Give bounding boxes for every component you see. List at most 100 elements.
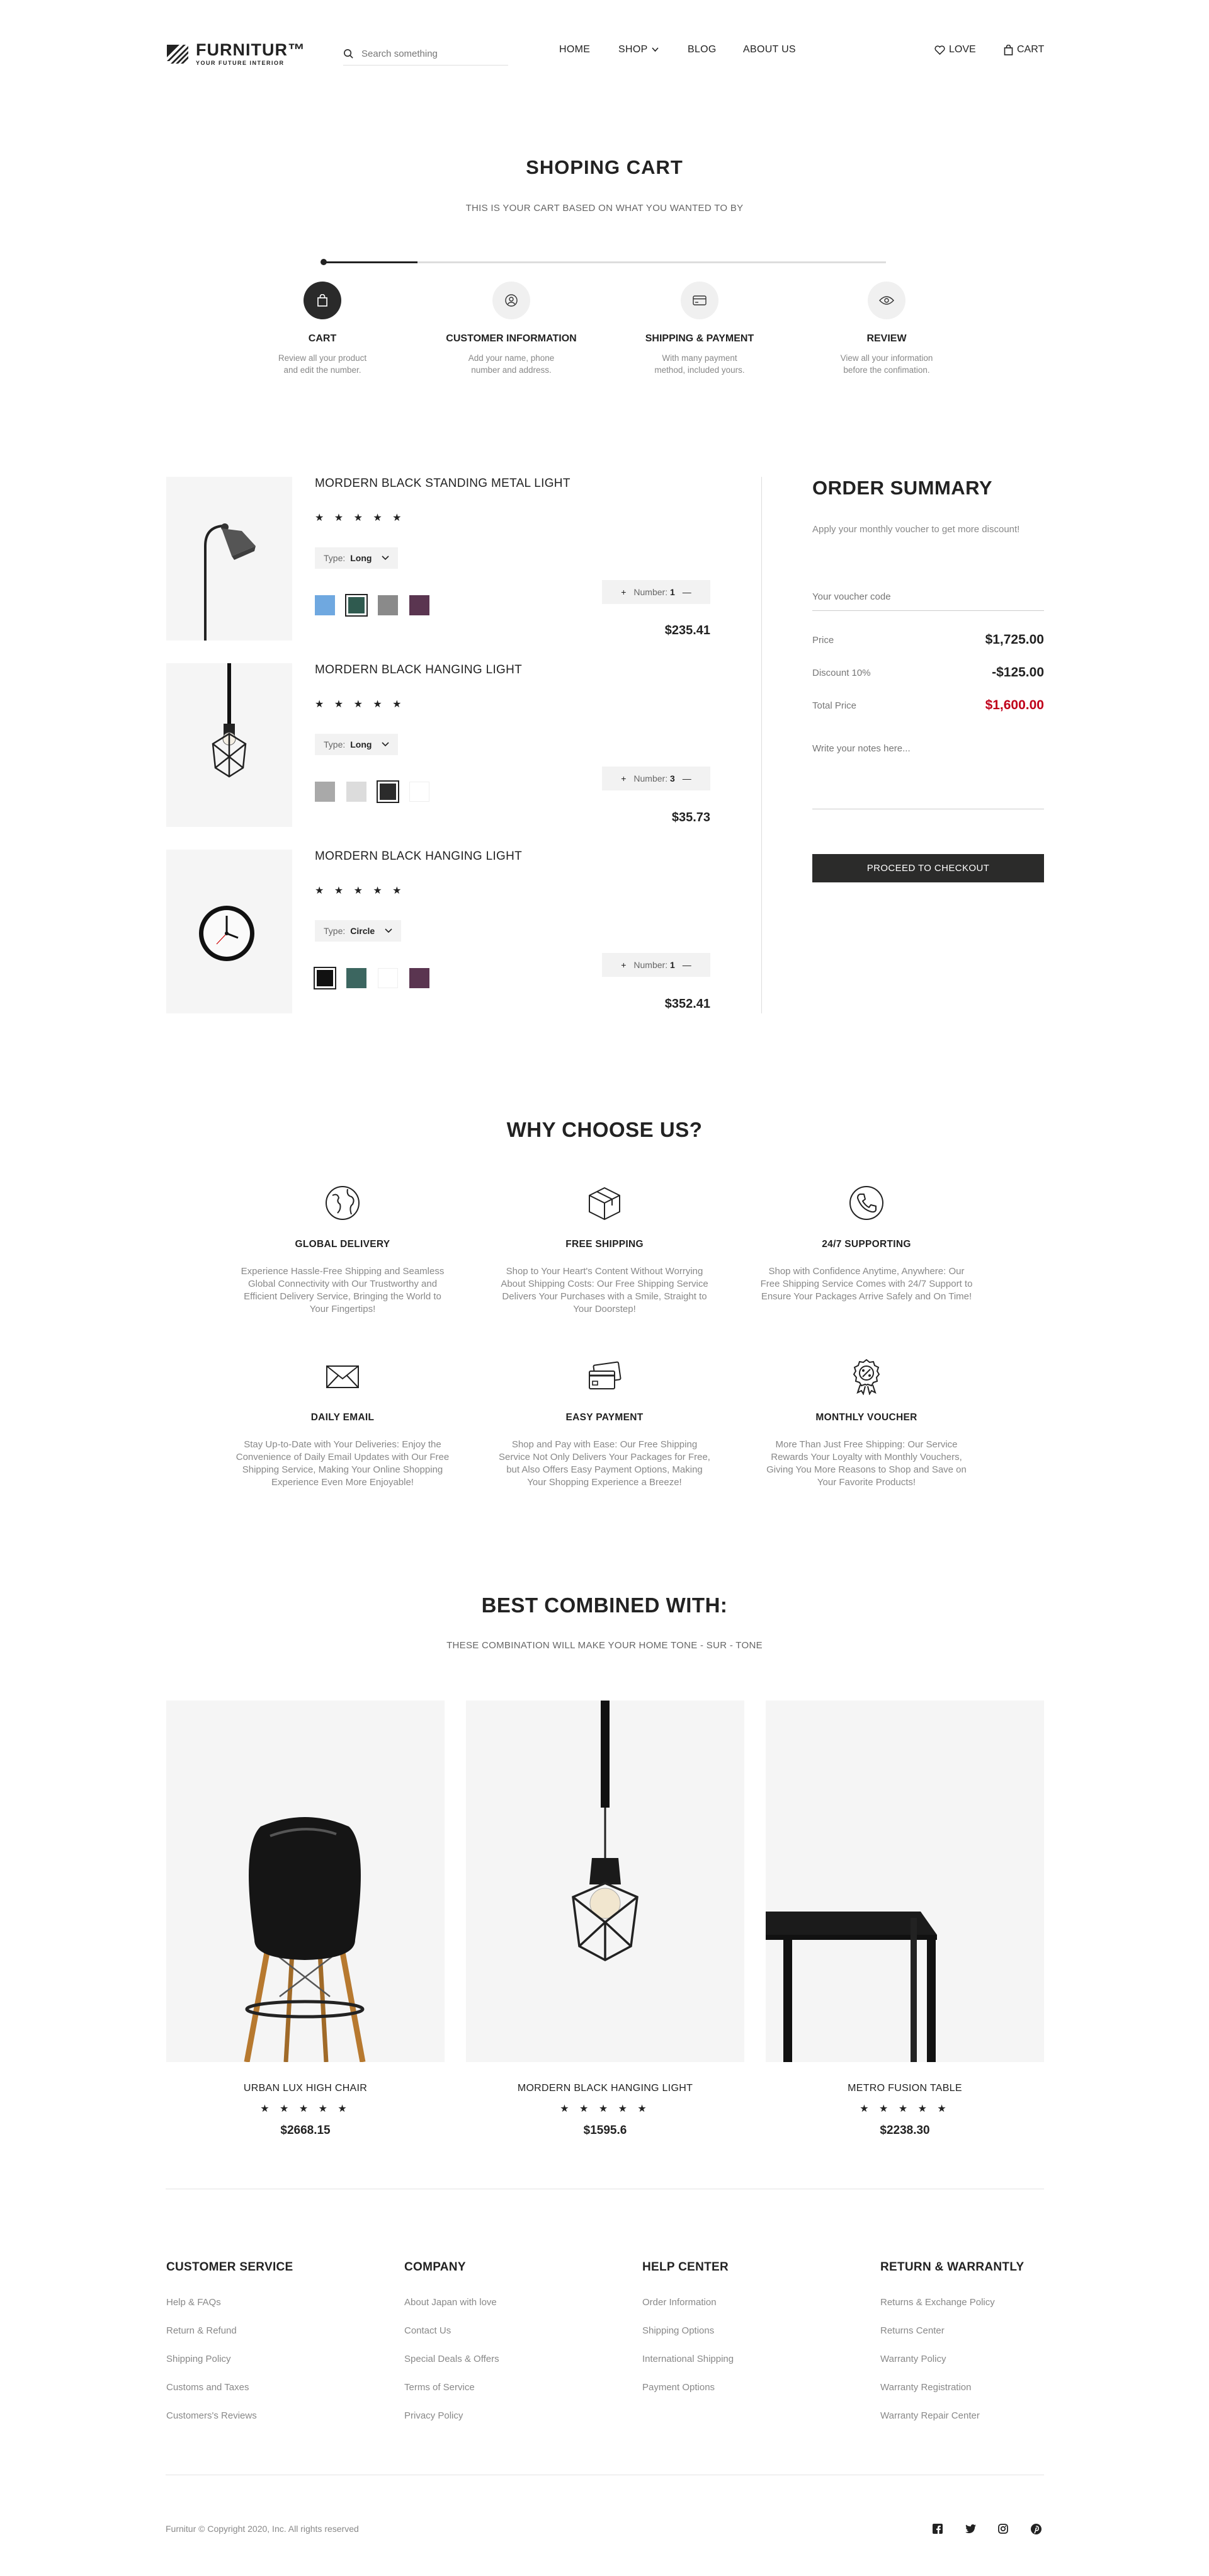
facebook-icon[interactable] <box>931 2522 945 2536</box>
color-swatch[interactable] <box>315 782 335 802</box>
product-card[interactable]: MORDERN BLACK HANGING LIGHT ★ ★ ★ ★ ★ $1… <box>466 1701 744 2138</box>
footer-link[interactable]: Help & FAQs <box>166 2297 393 2308</box>
minus-icon[interactable]: — <box>683 587 691 597</box>
product-card[interactable]: URBAN LUX HIGH CHAIR ★ ★ ★ ★ ★ $2668.15 <box>166 1701 445 2138</box>
product-image-clock[interactable] <box>166 850 292 1013</box>
nav-about-us[interactable]: ABOUT US <box>743 44 796 55</box>
footer-link[interactable]: Returns & Exchange Policy <box>880 2297 1044 2308</box>
proceed-to-checkout-button[interactable]: PROCEED TO CHECKOUT <box>812 854 1044 882</box>
footer-link[interactable]: Shipping Options <box>642 2325 869 2336</box>
cart-item-price: $352.41 <box>664 997 710 1011</box>
heart-icon <box>934 45 945 55</box>
color-swatch-selected[interactable] <box>314 967 336 989</box>
footer-link[interactable]: Return & Refund <box>166 2325 393 2336</box>
feature-title: 24/7 SUPPORTING <box>822 1239 911 1250</box>
step-customer-information[interactable]: CUSTOMER INFORMATION Add your name, phon… <box>429 282 593 376</box>
footer-heading: HELP CENTER <box>642 2260 729 2274</box>
footer-link[interactable]: Warranty Registration <box>880 2382 1044 2393</box>
color-swatch[interactable] <box>378 968 398 988</box>
rating-stars: ★ ★ ★ ★ ★ <box>560 2104 650 2114</box>
cart-link[interactable]: CART <box>1004 44 1044 55</box>
step-shipping-payment[interactable]: SHIPPING & PAYMENT With many payment met… <box>618 282 781 376</box>
color-swatch[interactable] <box>315 595 335 615</box>
nav-blog[interactable]: BLOG <box>688 44 717 55</box>
cart-item-name[interactable]: MORDERN BLACK HANGING LIGHT <box>315 663 522 677</box>
search-input[interactable] <box>361 48 500 59</box>
quantity-stepper[interactable]: + Number: 3 — <box>602 767 710 790</box>
cart-item-name[interactable]: MORDERN BLACK STANDING METAL LIGHT <box>315 477 570 491</box>
feature-global-delivery: GLOBAL DELIVERY Experience Hassle-Free S… <box>236 1184 450 1316</box>
color-swatch[interactable] <box>378 595 398 615</box>
plus-icon[interactable]: + <box>621 587 626 597</box>
rating-stars: ★ ★ ★ ★ ★ <box>260 2104 351 2114</box>
product-card-image[interactable] <box>766 1701 1044 2062</box>
product-card-name[interactable]: URBAN LUX HIGH CHAIR <box>166 2083 445 2094</box>
color-swatch[interactable] <box>409 968 429 988</box>
quantity-stepper[interactable]: + Number: 1 — <box>602 953 710 977</box>
footer-link[interactable]: Warranty Repair Center <box>880 2410 1044 2421</box>
color-swatch-selected[interactable] <box>377 780 399 803</box>
product-card-name[interactable]: METRO FUSION TABLE <box>766 2083 1044 2094</box>
footer-link[interactable]: Warranty Policy <box>880 2354 1044 2364</box>
color-swatch[interactable] <box>346 968 366 988</box>
step-cart[interactable]: CART Review all your product and edit th… <box>241 282 404 376</box>
color-swatch[interactable] <box>409 782 429 802</box>
footer-link[interactable]: Terms of Service <box>404 2382 631 2393</box>
product-card-image[interactable] <box>466 1701 744 2062</box>
logo[interactable]: FURNITUR™ YOUR FUTURE INTERIOR <box>166 42 305 66</box>
rating-stars: ★ ★ ★ ★ ★ <box>315 886 406 896</box>
love-link[interactable]: LOVE <box>934 44 976 55</box>
minus-icon[interactable]: — <box>683 960 691 970</box>
instagram-icon[interactable] <box>996 2522 1010 2536</box>
order-summary-subtitle: Apply your monthly voucher to get more d… <box>812 524 1020 535</box>
step-desc: View all your information before the con… <box>840 353 933 375</box>
product-card-image[interactable] <box>166 1701 445 2062</box>
footer-link[interactable]: Customers's Reviews <box>166 2410 393 2421</box>
type-select[interactable]: Type: Long <box>315 734 399 755</box>
footer-link[interactable]: Shipping Policy <box>166 2354 393 2364</box>
color-swatch-selected[interactable] <box>345 594 368 617</box>
feature-desc: More Than Just Free Shipping: Our Servic… <box>766 1439 967 1488</box>
badge-icon <box>853 1359 880 1396</box>
pinterest-icon[interactable] <box>1029 2522 1043 2536</box>
footer-link[interactable]: Customs and Taxes <box>166 2382 393 2393</box>
footer-link[interactable]: Contact Us <box>404 2325 631 2336</box>
footer-link[interactable]: Order Information <box>642 2297 869 2308</box>
twitter-icon[interactable] <box>963 2522 977 2536</box>
notes-field[interactable] <box>812 743 1044 809</box>
nav-shop[interactable]: SHOP <box>618 44 659 55</box>
cart-item-name[interactable]: MORDERN BLACK HANGING LIGHT <box>315 850 522 863</box>
feature-free-shipping: FREE SHIPPING Shop to Your Heart's Conte… <box>497 1184 712 1316</box>
product-image-standing-light[interactable] <box>166 477 292 641</box>
color-swatch[interactable] <box>409 595 429 615</box>
footer-link[interactable]: Payment Options <box>642 2382 869 2393</box>
footer-link[interactable]: Special Deals & Offers <box>404 2354 631 2364</box>
voucher-field[interactable] <box>812 583 1044 611</box>
search-bar[interactable] <box>343 43 508 66</box>
minus-icon[interactable]: — <box>683 773 691 784</box>
plus-icon[interactable]: + <box>621 960 626 970</box>
type-select[interactable]: Type: Circle <box>315 920 402 942</box>
quantity-stepper[interactable]: + Number: 1 — <box>602 580 710 604</box>
footer-link[interactable]: About Japan with love <box>404 2297 631 2308</box>
footer-link[interactable]: Privacy Policy <box>404 2410 631 2421</box>
page-title: SHOPING CART <box>526 156 683 178</box>
standing-lamp-image <box>204 523 256 641</box>
type-label: Type: <box>324 553 346 563</box>
search-icon[interactable] <box>343 48 354 59</box>
product-card[interactable]: METRO FUSION TABLE ★ ★ ★ ★ ★ $2238.30 <box>766 1701 1044 2138</box>
voucher-input[interactable] <box>812 583 1044 610</box>
nav-home[interactable]: HOME <box>559 44 590 55</box>
step-review[interactable]: REVIEW View all your information before … <box>805 282 968 376</box>
chevron-down-icon <box>382 556 390 561</box>
color-swatch[interactable] <box>346 782 366 802</box>
number-label: Number: <box>633 773 668 784</box>
plus-icon[interactable]: + <box>621 773 626 784</box>
notes-input[interactable] <box>812 743 1044 809</box>
product-image-hanging-light[interactable] <box>166 663 292 827</box>
hanging-light-image <box>572 1701 639 1961</box>
footer-link[interactable]: Returns Center <box>880 2325 1044 2336</box>
footer-link[interactable]: International Shipping <box>642 2354 869 2364</box>
product-card-name[interactable]: MORDERN BLACK HANGING LIGHT <box>466 2083 744 2094</box>
type-select[interactable]: Type: Long <box>315 547 399 569</box>
